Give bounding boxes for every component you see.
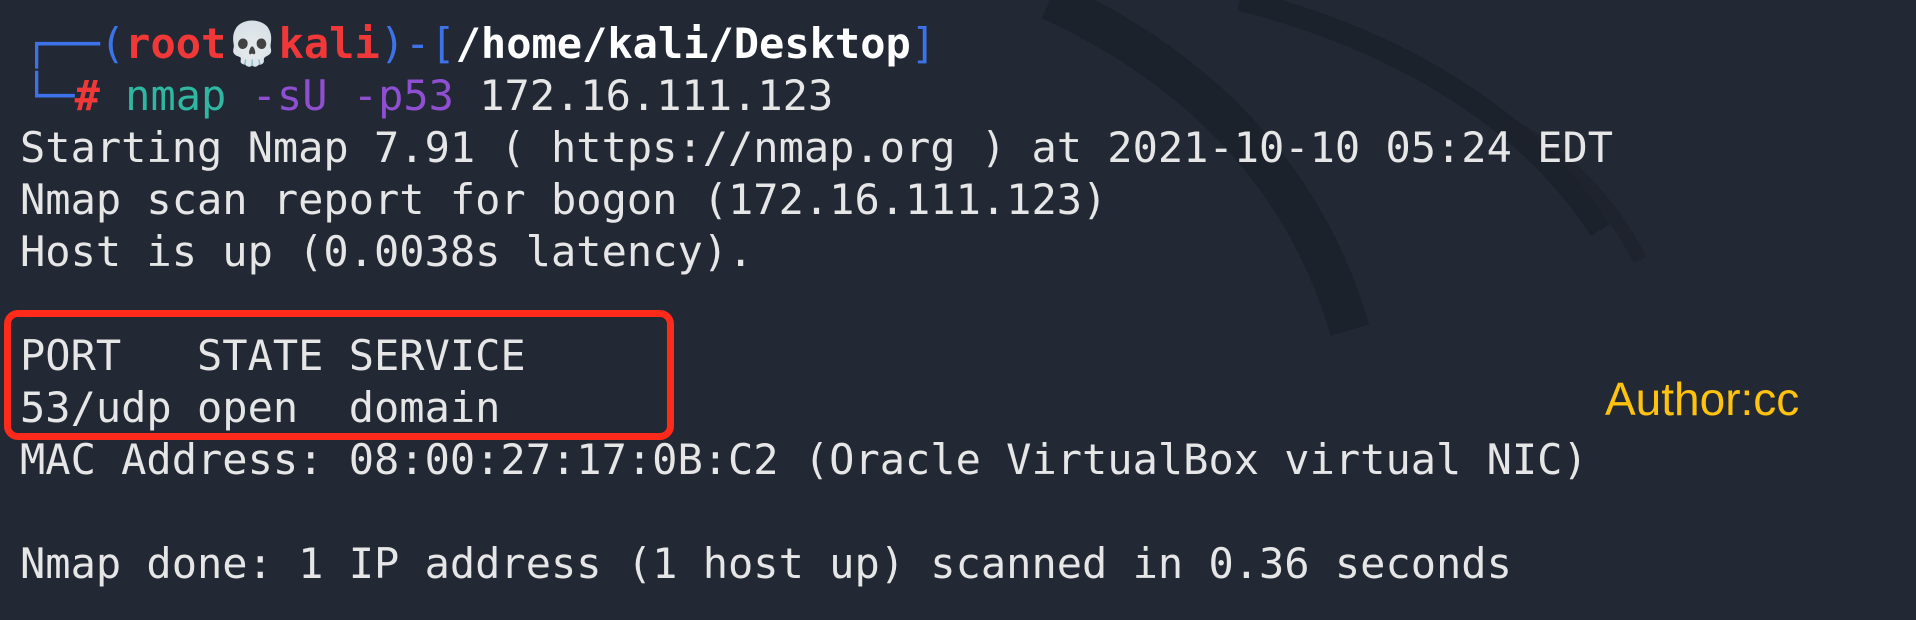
prompt-hash: # (74, 71, 100, 120)
terminal-window[interactable]: ┌──(root💀kali)-[/home/kali/Desktop] └─# … (0, 0, 1916, 620)
prompt-close-bracket: ] (910, 19, 937, 68)
prompt-close-paren: )-[ (379, 19, 456, 68)
prompt-header: ┌──(root💀kali)-[/home/kali/Desktop] (24, 18, 936, 70)
port-highlight-box (4, 310, 674, 440)
output-host-up: Host is up (0.0038s latency). (20, 227, 754, 276)
output-starting: Starting Nmap 7.91 ( https://nmap.org ) … (20, 123, 1614, 172)
output-nmap-done: Nmap done: 1 IP address (1 host up) scan… (20, 539, 1512, 588)
prompt-host: kali (278, 19, 380, 68)
command-flag-udp: -sU (251, 71, 328, 120)
prompt-user: root (125, 19, 227, 68)
command-name: nmap (125, 71, 227, 120)
prompt-open-paren: ( (99, 19, 126, 68)
skull-icon: 💀 (226, 19, 279, 68)
command-target: 172.16.111.123 (479, 71, 834, 120)
command-line[interactable]: └─# nmap -sU -p53 172.16.111.123 (24, 70, 833, 122)
prompt-path: /home/kali/Desktop (455, 19, 911, 68)
output-mac-address: MAC Address: 08:00:27:17:0B:C2 (Oracle V… (20, 435, 1588, 484)
author-watermark: Author:cc (1605, 373, 1800, 425)
prompt-box-bottom: └─ (24, 71, 75, 120)
output-scan-report: Nmap scan report for bogon (172.16.111.1… (20, 175, 1108, 224)
command-flag-port: -p53 (352, 71, 454, 120)
prompt-box-top: ┌── (24, 19, 100, 68)
